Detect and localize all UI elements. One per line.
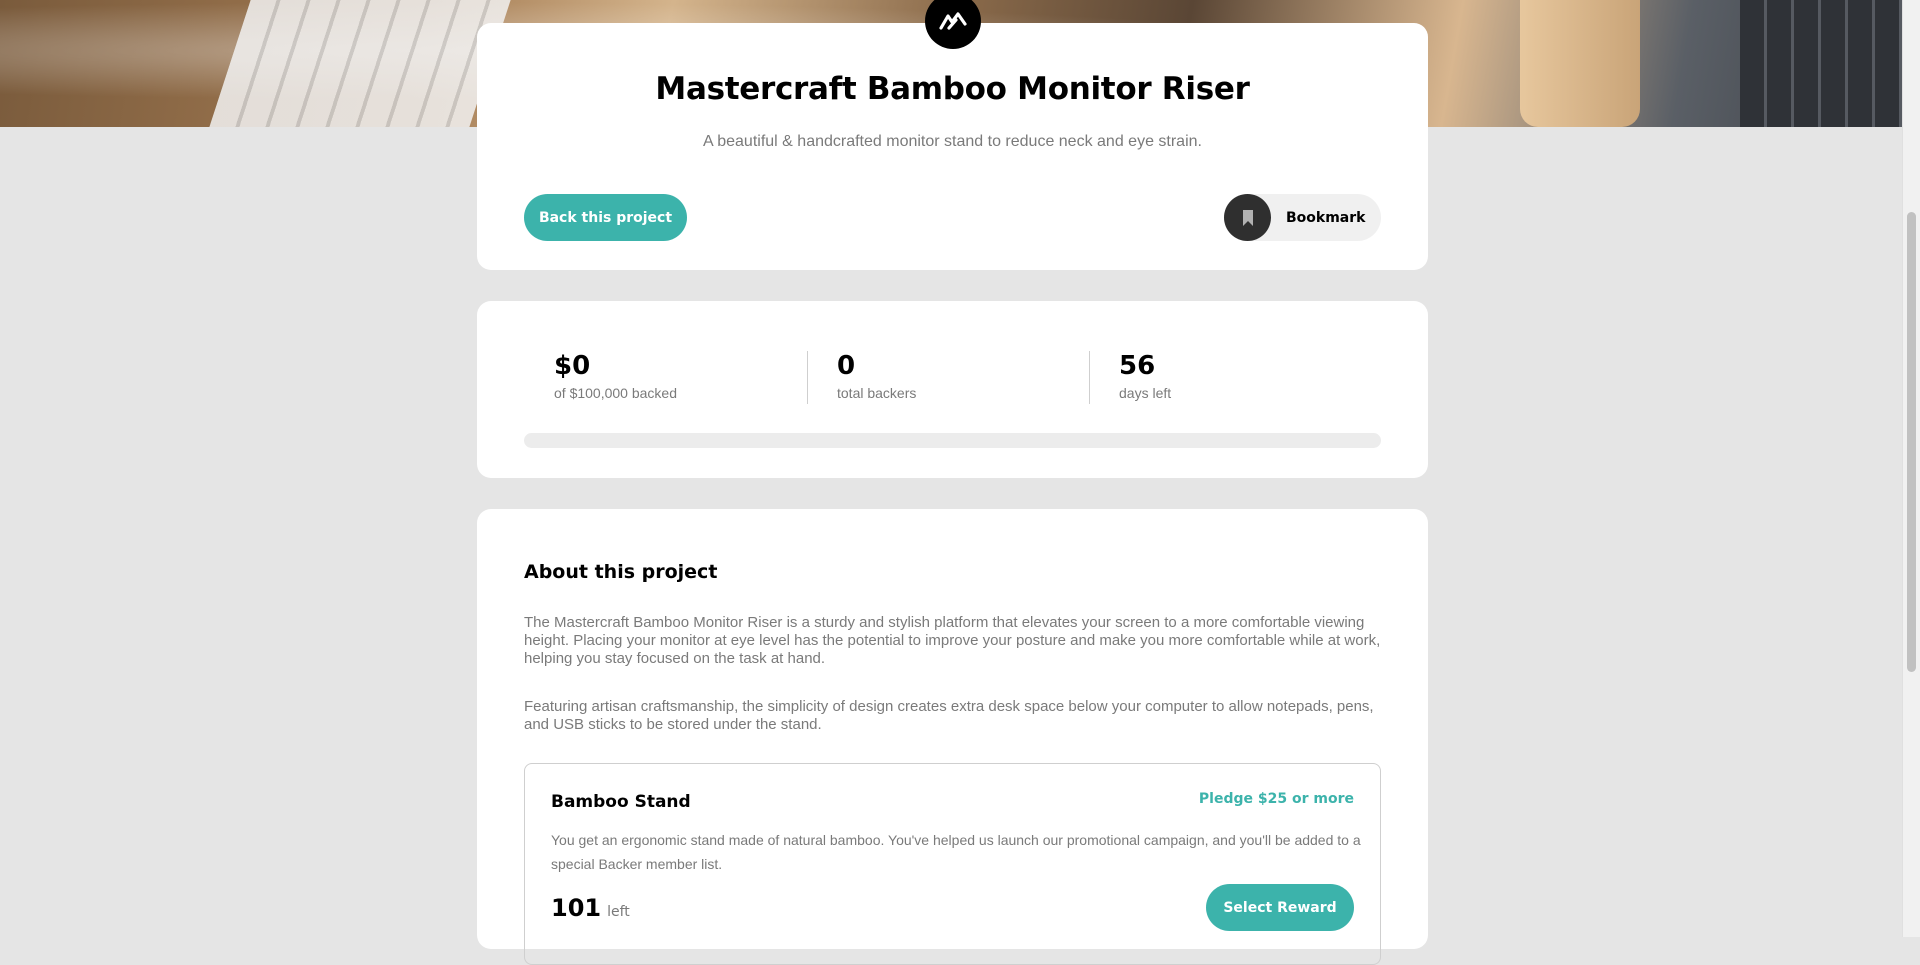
reward-card-bamboo-stand: Bamboo Stand Pledge $25 or more You get … [524,763,1381,965]
reward-name: Bamboo Stand [551,792,691,812]
stats-card: $0 of $100,000 backed 0 total backers 56… [477,301,1428,478]
back-this-project-button[interactable]: Back this project [524,194,687,241]
mastercraft-logo-icon [925,0,981,49]
wooden-holder-graphic [1520,0,1640,127]
reward-remaining-label: left [607,904,630,920]
stat-backed-label: of $100,000 backed [554,385,677,401]
stat-days: 56 days left [1119,351,1171,401]
stat-backers-label: total backers [837,385,917,401]
reward-description: You get an ergonomic stand made of natur… [551,832,1361,872]
stat-days-label: days left [1119,385,1172,401]
stat-backed-value: $0 [554,351,591,381]
select-reward-button[interactable]: Select Reward [1206,884,1354,931]
funding-progress-bar [524,433,1381,448]
about-card: About this project The Mastercraft Bambo… [477,509,1428,965]
bookmark-icon [1224,194,1271,241]
about-heading: About this project [524,561,718,583]
stat-divider [807,351,808,404]
reward-pledge: Pledge $25 or more [1198,791,1354,807]
reward-remaining-count: 101 [551,894,602,922]
laptop-keyboard-graphic [1740,0,1903,127]
stat-divider [1089,351,1090,404]
project-title: Mastercraft Bamboo Monitor Riser [655,71,1250,107]
scrollbar-thumb[interactable] [1907,212,1916,672]
keyboard-graphic [209,0,511,127]
reward-remaining: 101 left [551,894,630,922]
page-scrollbar[interactable] [1902,0,1920,937]
project-header-card: Mastercraft Bamboo Monitor Riser A beaut… [477,0,1428,270]
about-paragraph-2: Featuring artisan craftsmanship, the sim… [524,698,1374,733]
stat-days-value: 56 [1119,351,1156,381]
stat-backers: 0 total backers [837,351,916,401]
stat-backers-value: 0 [837,351,856,381]
bookmark-button[interactable]: Bookmark [1224,194,1381,241]
about-paragraph-1: The Mastercraft Bamboo Monitor Riser is … [524,614,1381,667]
bookmark-label: Bookmark [1286,209,1366,226]
stat-backed: $0 of $100,000 backed [554,351,677,401]
project-subtitle: A beautiful & handcrafted monitor stand … [703,133,1202,150]
